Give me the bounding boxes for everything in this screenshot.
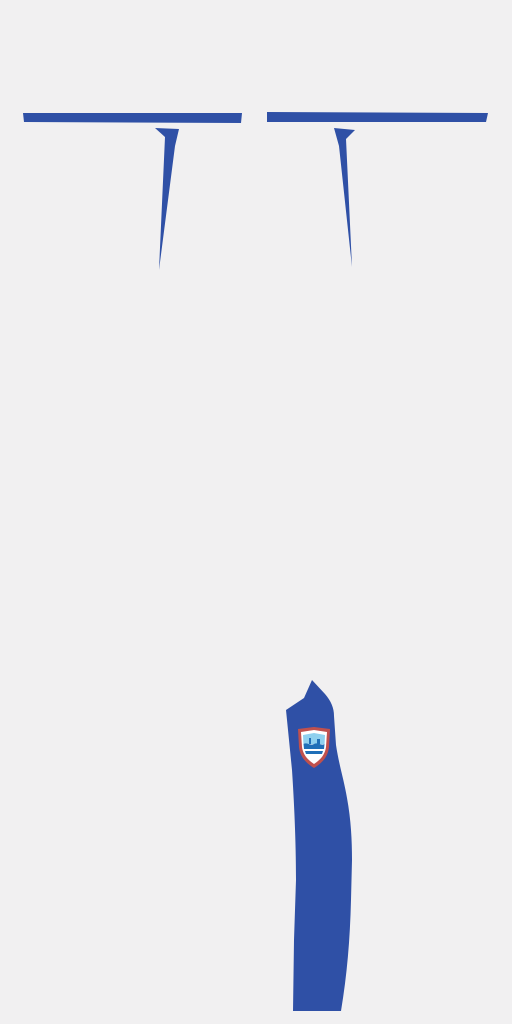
kit-template-canvas	[0, 0, 512, 1024]
left-sleeve-cuff-stripe	[23, 113, 242, 123]
right-sleeve-cuff-stripe	[267, 112, 488, 122]
left-collar-point	[155, 128, 179, 270]
kit-template-svg	[23, 112, 488, 1011]
right-collar-point	[334, 128, 355, 267]
